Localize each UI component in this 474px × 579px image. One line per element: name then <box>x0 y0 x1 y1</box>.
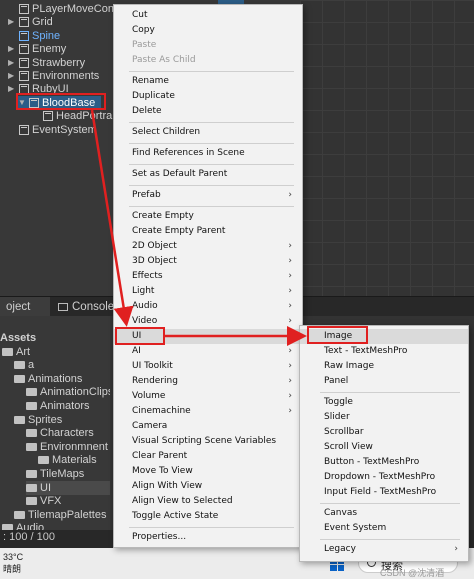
annotation-arrows <box>90 109 307 346</box>
annotation-arrow-to-ui <box>90 109 134 327</box>
